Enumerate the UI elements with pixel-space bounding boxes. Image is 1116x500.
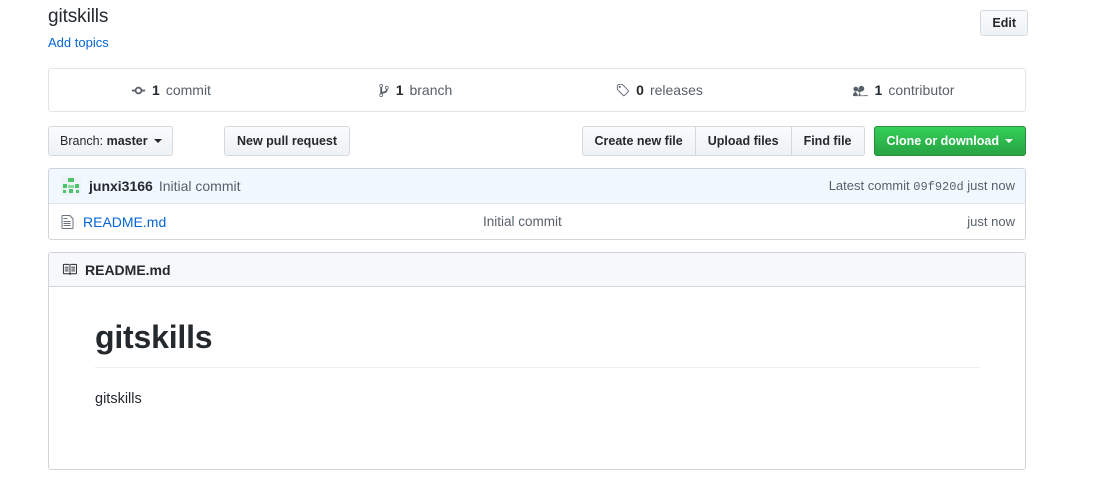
file-actions-group: Create new file Upload files Find file	[581, 126, 865, 156]
stat-branches-label: branch	[409, 82, 453, 98]
stat-contributors-count: 1	[874, 82, 883, 98]
edit-button[interactable]: Edit	[980, 10, 1028, 36]
readme-panel: README.md gitskills gitskills	[48, 252, 1026, 470]
stat-branches-count: 1	[395, 82, 404, 98]
chevron-down-icon	[153, 139, 162, 143]
commit-author-link[interactable]: junxi3166	[89, 178, 153, 194]
stat-commits-count: 1	[152, 82, 160, 98]
commit-time: just now	[967, 178, 1015, 193]
latest-commit-row: junxi3166 Initial commit Latest commit 0…	[49, 169, 1025, 204]
repo-header: gitskills Add topics Edit	[48, 6, 1028, 51]
file-commit-time: just now	[967, 214, 1015, 229]
readme-content: gitskills gitskills	[49, 287, 1025, 411]
tag-icon	[615, 83, 630, 98]
file-icon	[61, 214, 74, 230]
chevron-down-icon	[1005, 139, 1013, 143]
commit-sha[interactable]: 09f920d	[913, 180, 963, 194]
repo-actions-group: Create new file Upload files Find file C…	[581, 126, 1026, 156]
branch-selector[interactable]: Branch: master	[48, 126, 173, 156]
stat-releases[interactable]: 0 releases	[537, 69, 781, 111]
readme-heading: gitskills	[95, 317, 979, 368]
readme-paragraph: gitskills	[95, 391, 142, 407]
stat-branches[interactable]: 1 branch	[293, 69, 537, 111]
repository-page: gitskills Add topics Edit 1 commit 1 bra…	[0, 0, 1116, 500]
add-topics-link[interactable]: Add topics	[48, 35, 109, 51]
table-row: README.md Initial commit just now	[49, 204, 1025, 239]
file-commit-message: Initial commit	[483, 214, 562, 229]
repo-stats-bar: 1 commit 1 branch 0 releases 1 contribut…	[48, 68, 1026, 112]
file-listing: junxi3166 Initial commit Latest commit 0…	[48, 168, 1026, 240]
branch-name-label: master	[106, 134, 148, 148]
branch-icon	[378, 83, 390, 98]
latest-commit-label: Latest commit	[828, 178, 910, 193]
stat-contributors[interactable]: 1 contributor	[781, 69, 1025, 111]
readme-header: README.md	[49, 253, 1025, 287]
clone-or-download-label: Clone or download	[886, 134, 1000, 148]
repo-toolbar: Branch: master New pull request Create n…	[48, 126, 1026, 156]
file-name-link[interactable]: README.md	[83, 214, 483, 230]
upload-files-button[interactable]: Upload files	[694, 126, 791, 156]
stat-commits[interactable]: 1 commit	[49, 69, 293, 111]
people-icon	[852, 83, 869, 98]
identicon-avatar	[61, 176, 81, 196]
latest-commit-info: Latest commit 09f920d just now	[829, 178, 1015, 194]
stat-releases-count: 0	[636, 82, 644, 98]
page-title: gitskills	[48, 6, 109, 27]
stat-commits-label: commit	[165, 82, 211, 98]
new-pull-request-button[interactable]: New pull request	[224, 126, 351, 156]
stat-releases-label: releases	[649, 82, 703, 98]
branch-prefix-label: Branch:	[60, 134, 104, 148]
create-new-file-button[interactable]: Create new file	[581, 126, 695, 156]
find-file-button[interactable]: Find file	[790, 126, 865, 156]
stat-contributors-label: contributor	[888, 82, 955, 98]
commit-icon	[131, 83, 146, 98]
clone-or-download-button[interactable]: Clone or download	[873, 126, 1026, 156]
commit-message: Initial commit	[158, 178, 241, 194]
book-icon	[62, 262, 77, 277]
readme-title: README.md	[85, 261, 171, 278]
